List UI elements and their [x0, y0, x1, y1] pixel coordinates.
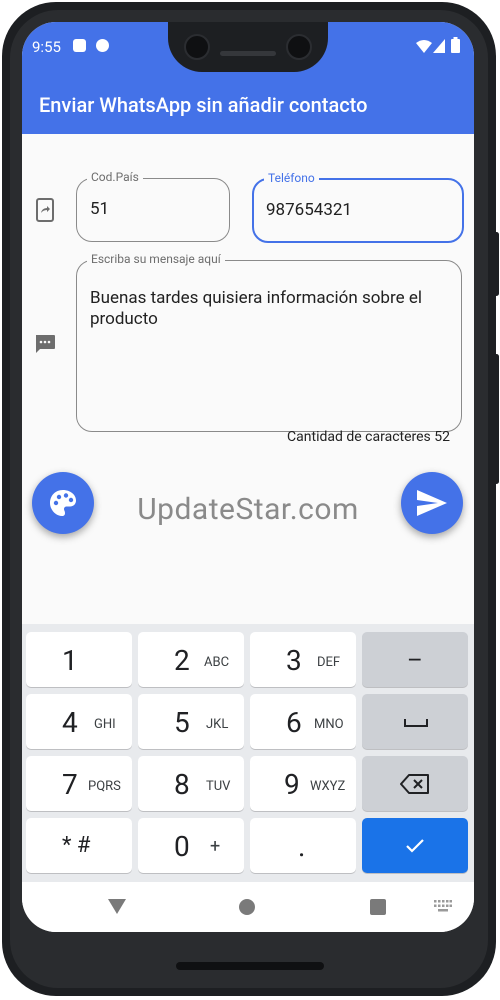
key-9-digit: 9	[284, 768, 300, 801]
checkmark-icon	[406, 839, 424, 853]
phone-forward-icon	[36, 198, 54, 222]
phone-value: 987654321	[266, 200, 352, 220]
key-3[interactable]: 3 DEF	[250, 632, 356, 687]
key-5-digit: 5	[174, 706, 190, 739]
key-9-letters: WXYZ	[310, 779, 346, 794]
numeric-keyboard: 1 2 ABC 3 DEF – 4 GHI 5 JKL 6 MNO 7 PQRS…	[22, 624, 474, 882]
front-camera-right	[286, 34, 312, 60]
home-circle-icon[interactable]	[239, 899, 255, 915]
message-value: Buenas tardes quisiera información sobre…	[90, 288, 422, 329]
key-period[interactable]: .	[250, 818, 356, 873]
front-camera-left	[184, 34, 210, 60]
key-star-hash[interactable]: * #	[26, 818, 132, 873]
key-dash[interactable]: –	[362, 632, 468, 687]
key-9[interactable]: 9 WXYZ	[250, 756, 356, 811]
key-backspace[interactable]	[362, 756, 468, 811]
key-star-hash-symbol: * #	[62, 833, 91, 858]
space-icon	[404, 719, 428, 727]
key-5[interactable]: 5 JKL	[138, 694, 244, 749]
volume-button	[494, 354, 499, 484]
earpiece-speaker	[220, 51, 276, 56]
app-bar: Enviar WhatsApp sin añadir contacto	[22, 74, 474, 134]
camera-notch	[168, 22, 328, 72]
key-8-digit: 8	[174, 768, 190, 801]
key-7-digit: 7	[62, 768, 78, 801]
key-6[interactable]: 6 MNO	[250, 694, 356, 749]
key-2-digit: 2	[174, 644, 190, 677]
key-0[interactable]: 0 +	[138, 818, 244, 873]
key-5-letters: JKL	[206, 717, 229, 732]
key-period-symbol: .	[298, 830, 306, 863]
key-7-letters: PQRS	[88, 779, 121, 794]
status-time: 9:55	[32, 38, 61, 56]
key-4[interactable]: 4 GHI	[26, 694, 132, 749]
key-2[interactable]: 2 ABC	[138, 632, 244, 687]
message-label: Escriba su mensaje aquí	[87, 252, 225, 266]
key-2-letters: ABC	[204, 655, 230, 670]
phone-field[interactable]: Teléfono 987654321	[252, 171, 464, 243]
key-1[interactable]: 1	[26, 632, 132, 687]
wifi-icon	[416, 40, 432, 53]
character-count: Cantidad de caracteres 52	[287, 429, 450, 445]
back-triangle-icon[interactable]	[108, 899, 126, 914]
message-icon	[36, 335, 55, 353]
main-content: Cod.País 51 Teléfono 987654321 Escriba s…	[22, 134, 474, 624]
key-6-letters: MNO	[314, 717, 344, 732]
bottom-speaker	[176, 962, 324, 970]
key-7[interactable]: 7 PQRS	[26, 756, 132, 811]
country-code-value: 51	[90, 199, 110, 219]
key-3-digit: 3	[286, 644, 302, 677]
phone-label: Teléfono	[264, 171, 319, 185]
key-3-letters: DEF	[317, 655, 341, 670]
key-8[interactable]: 8 TUV	[138, 756, 244, 811]
key-8-letters: TUV	[206, 779, 231, 794]
country-code-field[interactable]: Cod.País 51	[76, 170, 230, 242]
key-4-letters: GHI	[94, 717, 116, 732]
navigation-bar	[22, 882, 474, 932]
key-1-digit: 1	[62, 644, 78, 677]
notification-a-icon	[73, 39, 86, 52]
page-title: Enviar WhatsApp sin añadir contacto	[39, 93, 368, 117]
key-done[interactable]	[362, 818, 468, 873]
watermark: UpdateStar.com	[137, 492, 359, 527]
key-0-plus: +	[210, 836, 221, 857]
signal-icon	[433, 39, 445, 53]
key-0-digit: 0	[174, 830, 190, 863]
phone-screen: 9:55 Enviar WhatsApp sin añadir contacto…	[22, 22, 474, 932]
country-code-label: Cod.País	[87, 170, 143, 184]
recents-square-icon[interactable]	[370, 899, 386, 915]
notification-app-icon	[96, 39, 109, 52]
power-button	[494, 232, 499, 296]
key-space[interactable]	[362, 694, 468, 749]
keyboard-icon[interactable]	[434, 900, 452, 912]
key-4-digit: 4	[62, 706, 78, 739]
backspace-icon	[400, 774, 429, 794]
battery-icon	[451, 37, 460, 53]
key-6-digit: 6	[286, 706, 302, 739]
message-field[interactable]: Escriba su mensaje aquí Buenas tardes qu…	[76, 252, 462, 432]
key-dash-symbol: –	[407, 646, 423, 674]
